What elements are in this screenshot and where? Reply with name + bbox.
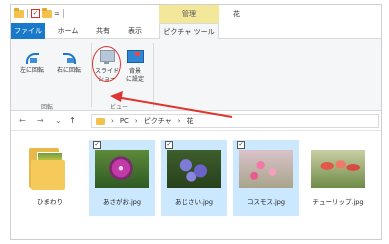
address-bar[interactable]: › PC › ピクチャ › 花 [91,114,379,128]
tab-picture-tools[interactable]: ピクチャ ツール [159,23,219,40]
group-divider [153,43,154,107]
folder-icon [14,7,24,18]
set-background-icon [126,49,144,65]
list-item-ajisai[interactable]: ✓ あじさい.jpg [161,140,227,216]
image-thumbnail [167,150,221,188]
list-item-asagao[interactable]: ✓ あさがお.jpg [89,140,155,216]
rotate-right-label: 右に回転 [56,67,81,74]
set-background-label-line2: に設定 [125,76,144,83]
list-item-himawari-folder[interactable]: ひまわり [17,140,83,216]
breadcrumb-pc[interactable]: PC [120,117,129,125]
title-bar: ✓ = 管理 花 [11,5,381,23]
window-title: 花 [233,10,240,18]
navigation-bar: ← → ⌄ ↑ › PC › ピクチャ › 花 [11,111,381,131]
quick-access-toolbar: ✓ = [14,7,65,18]
list-item-cosmos[interactable]: ✓ コスモス.jpg [233,140,299,216]
annotation-circle [92,46,121,82]
breadcrumb-separator: › [177,117,181,125]
file-name: あさがお.jpg [102,198,142,206]
image-thumbnail [95,150,149,188]
breadcrumb-pictures[interactable]: ピクチャ [144,116,172,126]
tab-file[interactable]: ファイル [11,23,45,39]
set-background-button[interactable]: 背景 に設定 [121,49,149,84]
breadcrumb-separator: › [134,117,138,125]
image-thumbnail [239,150,293,188]
group-rotate-label: 回転 [41,104,54,111]
checkbox-checked[interactable]: ✓ [237,141,245,149]
image-thumbnail [311,150,365,188]
recent-dropdown-icon[interactable]: ⌄ [55,114,62,127]
divider [27,9,28,18]
set-background-label-line1: 背景 [128,68,141,75]
breadcrumb-flower[interactable]: 花 [186,116,193,126]
manage-context-label: 管理 [159,5,219,23]
customize-qa-icon[interactable]: = [54,10,60,18]
ribbon-tabs: ファイル ホーム 共有 表示 ピクチャ ツール [11,23,381,40]
new-folder-icon[interactable] [42,7,52,18]
rotate-right-button[interactable]: 右に回転 [51,49,87,75]
breadcrumb-separator: › [111,117,114,125]
checkbox-checked[interactable]: ✓ [165,141,173,149]
back-button[interactable]: ← [19,114,26,127]
folder-icon [96,117,105,125]
file-name: あじさい.jpg [174,198,214,206]
ribbon-panel: 左に回転 右に回転 回転 スライド ショー 背景 に設定 ビュー [11,39,381,111]
file-name: チューリップ.jpg [312,198,364,206]
properties-check-icon[interactable]: ✓ [31,9,40,18]
rotate-right-icon [62,49,76,64]
divider [62,9,64,18]
group-divider [91,43,92,107]
explorer-window: ✓ = 管理 花 ファイル ホーム 共有 表示 ピクチャ ツール 左に回転 右に… [10,4,382,240]
file-view: ひまわり ✓ あさがお.jpg ✓ あじさい.jpg ✓ コスモス.jpg チュ… [11,132,381,239]
up-button[interactable]: ↑ [69,114,76,127]
rotate-left-label: 左に回転 [19,67,44,74]
group-view-label: ビュー [110,104,129,111]
list-item-tulip[interactable]: チューリップ.jpg [305,140,371,216]
file-name: コスモス.jpg [246,198,286,206]
rotate-left-button[interactable]: 左に回転 [15,49,49,75]
folder-thumbnail-icon [29,148,67,190]
checkbox-checked[interactable]: ✓ [93,141,101,149]
tab-view[interactable]: 表示 [121,23,149,39]
file-name: ひまわり [37,198,63,206]
tab-share[interactable]: 共有 [91,23,115,39]
rotate-left-icon [25,49,39,64]
tab-home[interactable]: ホーム [51,23,85,39]
forward-button[interactable]: → [37,114,44,127]
